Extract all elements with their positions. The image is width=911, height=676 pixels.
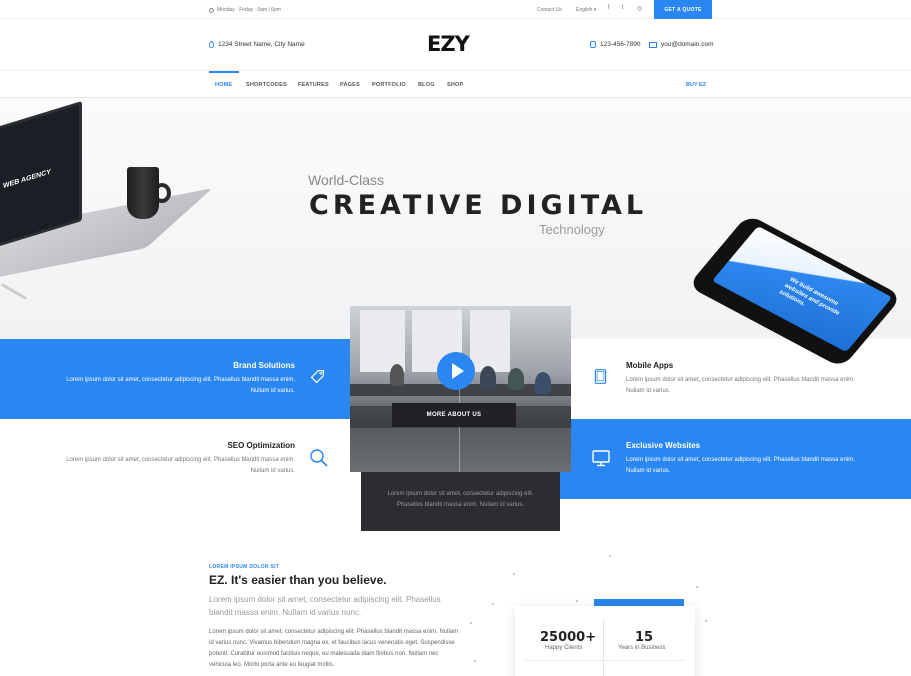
decor-dot: [609, 555, 611, 557]
nav-item-portfolio[interactable]: PORTFOLIO: [372, 82, 406, 88]
tablet-icon: [594, 369, 607, 384]
tag-icon: [310, 369, 325, 384]
facebook-icon[interactable]: f: [608, 5, 610, 11]
laptop-screen-text: WEB AGENCY: [3, 168, 51, 191]
office-window: [360, 310, 405, 372]
nav-item-shortcodes[interactable]: SHORTCODES: [246, 82, 287, 88]
nav-item-shop[interactable]: SHOP: [447, 82, 463, 88]
about-body: Lorem ipsum dolor sit amet, consectetur …: [209, 629, 459, 668]
nav-item-home[interactable]: HOME: [215, 82, 232, 88]
envelope-icon: [649, 41, 657, 48]
feature-text-brand: Lorem ipsum dolor sit amet, consectetur …: [66, 377, 295, 394]
page: Monday - Friday : 9am / 6pm Contact Us E…: [0, 0, 911, 676]
feature-title-websites: Exclusive Websites: [626, 441, 701, 450]
feature-text-seo: Lorem ipsum dolor sit amet, consectetur …: [66, 457, 295, 474]
office-worker: [480, 366, 496, 390]
email-contact: you@domain.com: [649, 41, 713, 48]
phone-contact: 123-456-7890: [590, 41, 640, 48]
feature-title-brand: Brand Solutions: [233, 361, 295, 370]
active-indicator: [209, 71, 239, 73]
feature-title-mobile: Mobile Apps: [626, 361, 674, 370]
get-a-quote-button[interactable]: GET A QUOTE: [654, 0, 712, 19]
stats-divider: [603, 618, 604, 676]
hours-text: Monday - Friday : 9am / 6pm: [217, 7, 281, 13]
video-caption-line: Phasellus blandit massa enim. Nullam id …: [396, 502, 525, 508]
office-worker: [535, 372, 551, 394]
stat-label-clients: Happy Clients: [545, 645, 583, 651]
office-window: [470, 310, 510, 372]
address-text: 1234 Street Name, City Name: [218, 41, 305, 48]
about-title: EZ. It's easier than you believe.: [209, 573, 387, 587]
feature-text-mobile: Lorem ipsum dolor sit amet, consectetur …: [626, 377, 855, 394]
office-worker: [508, 368, 524, 390]
site-logo[interactable]: EZY: [427, 32, 470, 56]
search-icon: [310, 449, 328, 467]
stats-divider: [525, 660, 685, 661]
hero-pre-title: World-Class: [308, 172, 384, 188]
top-bar: Monday - Friday : 9am / 6pm Contact Us E…: [0, 0, 911, 19]
nav-item-pages[interactable]: PAGES: [340, 82, 360, 88]
language-selector[interactable]: English ▾: [576, 7, 596, 13]
email-text[interactable]: you@domain.com: [661, 41, 713, 48]
twitter-icon[interactable]: t: [622, 5, 624, 11]
hero-post-title: Technology: [539, 222, 605, 237]
phone-icon: [590, 41, 596, 48]
stat-value-years: 15: [635, 630, 654, 645]
stat-label-years: Years in Business: [618, 645, 666, 651]
map-pin-icon: [209, 41, 214, 48]
office-worker: [390, 364, 404, 386]
stats-card: 25000+ Happy Clients 15 Years in Busines…: [515, 606, 695, 676]
nav-item-features[interactable]: FEATURES: [298, 82, 329, 88]
decor-dot: [705, 620, 707, 622]
buy-ez-link[interactable]: BUY EZ: [686, 82, 706, 88]
play-button-icon[interactable]: [437, 352, 475, 390]
feature-title-seo: SEO Optimization: [227, 441, 295, 450]
feature-text-websites: Lorem ipsum dolor sit amet, consectetur …: [626, 457, 855, 474]
decor-dot: [470, 622, 472, 624]
business-hours: Monday - Friday : 9am / 6pm: [209, 7, 281, 13]
monitor-icon: [592, 450, 610, 467]
video-caption-line: Lorem ipsum dolor sit amet, consectetur …: [387, 491, 534, 497]
decor-dot: [474, 660, 476, 662]
more-about-us-button[interactable]: MORE ABOUT US: [392, 403, 516, 427]
decor-dot: [696, 586, 698, 588]
decor-dot: [576, 600, 578, 602]
about-kicker: LOREM IPSUM DOLOR SIT: [209, 564, 280, 570]
phone-text[interactable]: 123-456-7890: [600, 41, 640, 48]
instagram-icon[interactable]: ◎: [637, 5, 642, 12]
stat-value-clients: 25000+: [540, 630, 597, 645]
address: 1234 Street Name, City Name: [209, 41, 305, 48]
about-lead: Lorem ipsum dolor sit amet, consectetur …: [209, 595, 441, 617]
main-nav: HOME SHORTCODES FEATURES PAGES PORTFOLIO…: [0, 70, 911, 98]
hero-title: CREATIVE DIGITAL: [309, 190, 648, 221]
nav-item-blog[interactable]: BLOG: [418, 82, 435, 88]
decor-dot: [492, 603, 494, 605]
clock-icon: [209, 7, 214, 13]
contact-us-link[interactable]: Contact Us: [537, 7, 562, 13]
coffee-mug: [127, 167, 159, 219]
video-caption: Lorem ipsum dolor sit amet, consectetur …: [361, 472, 560, 531]
decor-dot: [513, 573, 515, 575]
